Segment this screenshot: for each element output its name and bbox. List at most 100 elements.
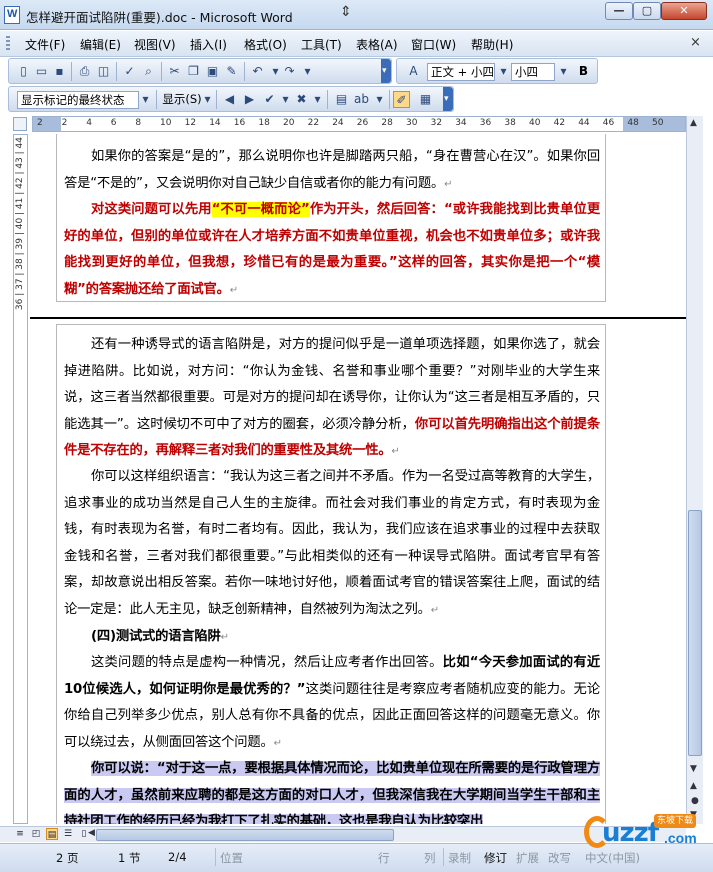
horizontal-ruler[interactable]: 2 2 4 6 8 10 12 14 16 18 20 22 24 26 28 30 32 34 36 38 40 42 4… [32,116,686,132]
toolbar-options-icon[interactable] [381,59,391,83]
doc-close-icon[interactable]: × [690,35,701,50]
maximize-button[interactable]: ▢ [633,2,661,20]
status-page: 2 页 [56,851,79,865]
menu-grip-icon[interactable] [6,36,10,52]
status-track-changes[interactable]: 修订 [484,850,507,866]
ruler-tick-label: 36 [479,118,492,128]
markup-combo[interactable]: 显示标记的最终状态 [17,91,139,109]
scroll-up-icon[interactable]: ▲ [690,118,697,128]
ruler-tick-label: 28 [381,118,393,128]
paragraph-3[interactable]: 还有一种诱导式的语言陷阱是，对方的提问似乎是一道单项选择题，如果你选了，就会掉进… [64,332,600,466]
print-icon[interactable]: ⎙ [76,63,93,80]
save-icon[interactable]: ▪ [51,63,68,80]
previous-page-icon[interactable]: ▲ [690,781,697,791]
status-extend[interactable]: 扩展 [516,850,539,866]
comment-icon[interactable]: ▤ [333,91,350,108]
next-change-icon[interactable]: ▶ [241,91,258,108]
style-dropdown-icon[interactable]: ▾ [495,63,512,80]
ruler-tick-label: 18 [258,118,270,128]
highlight-icon[interactable]: ab [353,91,370,108]
outline-view-icon[interactable]: ☰ [62,828,74,840]
vertical-ruler[interactable]: 36 | 37 | 38 | 39 | 40 | 41 | 42 | 43 | … [13,134,28,824]
ruler-tick-label: 6 [110,118,117,128]
track-changes-icon[interactable]: ✐ [393,91,410,108]
reviewing-pane-icon[interactable]: ▦ [417,91,434,108]
reject-dropdown-icon[interactable]: ▾ [309,91,326,108]
paragraph-4[interactable]: 你可以这样组织语言：“我认为这三者之间并不矛盾。作为一名受过高等教育的大学生，追… [64,464,600,624]
title-bar: 怎样避开面试陷阱(重要).doc - Microsoft Word ⇕ — ▢ … [0,0,713,30]
undo-icon[interactable]: ↶ [249,63,266,80]
ruler-tick-label: 26 [356,118,369,128]
status-line: 行 [378,851,390,865]
horizontal-scroll-thumb[interactable] [96,829,394,841]
ruler-tick-label: 30 [406,118,418,128]
highlighted-phrase: “不可一概而论” [211,202,310,217]
status-record[interactable]: 录制 [448,850,471,866]
accept-change-icon[interactable]: ✔ [261,91,278,108]
select-browse-object-icon[interactable]: ● [691,796,699,806]
web-view-icon[interactable]: ◰ [30,828,42,840]
ruler-tick-label: 38 [504,118,516,128]
ruler-tick-label: 44 [578,118,590,128]
redo-icon[interactable]: ↷ [281,63,298,80]
menu-help[interactable]: 帮助(H) [471,36,513,53]
cut-icon[interactable]: ✂ [166,63,183,80]
minimize-button[interactable]: — [605,2,633,20]
paragraph-1[interactable]: 如果你的答案是“是的”，那么说明你也许是脚踏两只船，“身在曹营心在汉”。如果你回… [64,144,600,198]
redo-dropdown-icon[interactable]: ▾ [299,63,316,80]
ruler-tick-label: 50 [652,118,664,128]
menu-tools[interactable]: 工具(T) [301,36,342,53]
ruler-tick-label: 10 [160,118,172,128]
format-painter-icon[interactable]: ✎ [223,63,240,80]
document-area[interactable]: 如果你的答案是“是的”，那么说明你也许是脚踏两只船，“身在曹营心在汉”。如果你回… [30,134,686,824]
markup-dropdown-icon[interactable]: ▾ [137,91,154,108]
accept-dropdown-icon[interactable]: ▾ [277,91,294,108]
ruler-tick-label: 34 [455,118,467,128]
vertical-scrollbar[interactable]: ▲ ▼ ▲ ● ▼ [686,116,703,824]
tab-selector[interactable] [13,117,27,131]
page-break [30,317,686,319]
styles-pane-icon[interactable]: A [405,63,422,80]
vertical-scroll-thumb[interactable] [688,510,702,756]
paragraph-5[interactable]: 这类问题的特点是虚构一种情况，然后让应考者作出回答。比如“今天参加面试的有近10… [64,650,600,757]
spelling-icon[interactable]: ✓ [121,63,138,80]
paragraph-6[interactable]: 你可以说：“对于这一点，要根据具体情况而论，比如贵单位现在所需要的是行政管理方面… [64,756,600,824]
word-doc-icon[interactable] [4,6,20,24]
scroll-left-icon[interactable]: ◀ [88,828,95,838]
new-doc-icon[interactable]: ▯ [15,63,32,80]
research-icon[interactable]: ⌕ [140,63,157,80]
paragraph-2[interactable]: 对这类问题可以先用“不可一概而论”作为开头，然后回答：“或许我能找到比贵单位更好… [64,197,600,304]
show-menu-button[interactable]: 显示(S) [160,91,204,108]
bold-button[interactable]: B [575,63,592,80]
status-overtype[interactable]: 改写 [548,850,571,866]
menu-insert[interactable]: 插入(I) [190,36,227,53]
ruler-tick-label: 24 [332,118,344,128]
reject-change-icon[interactable]: ✖ [293,91,310,108]
font-size-combo[interactable]: 小四 [511,63,555,81]
menu-edit[interactable]: 编辑(E) [80,36,121,53]
paste-icon[interactable]: ▣ [204,63,221,80]
copy-icon[interactable]: ❐ [185,63,202,80]
menu-bar: 文件(F) 编辑(E) 视图(V) 插入(I) 格式(O) 工具(T) 表格(A… [0,31,713,57]
menu-table[interactable]: 表格(A) [356,36,398,53]
style-combo[interactable]: 正文 + 小四 [427,63,495,81]
size-dropdown-icon[interactable]: ▾ [555,63,572,80]
print-layout-view-icon[interactable]: ▤ [46,828,58,840]
toolbar2-options-icon[interactable] [443,87,453,111]
previous-change-icon[interactable]: ◀ [221,91,238,108]
menu-format[interactable]: 格式(O) [244,36,287,53]
show-dropdown-icon[interactable]: ▾ [199,91,216,108]
ruler-tick-label: 4 [86,118,92,128]
section-heading[interactable]: (四)测试式的语言陷阱↵ [64,624,600,652]
ruler-tick-label: 16 [233,118,246,128]
menu-view[interactable]: 视图(V) [134,36,176,53]
menu-window[interactable]: 窗口(W) [411,36,456,53]
print-preview-icon[interactable]: ◫ [95,63,112,80]
open-icon[interactable]: ▭ [33,63,50,80]
close-button[interactable]: ✕ [661,2,707,20]
scroll-down-icon[interactable]: ▼ [690,764,697,774]
highlight-dropdown-icon[interactable]: ▾ [371,91,388,108]
resize-cursor-icon: ⇕ [340,4,352,20]
menu-file[interactable]: 文件(F) [25,36,65,53]
normal-view-icon[interactable]: ≡ [14,828,26,840]
